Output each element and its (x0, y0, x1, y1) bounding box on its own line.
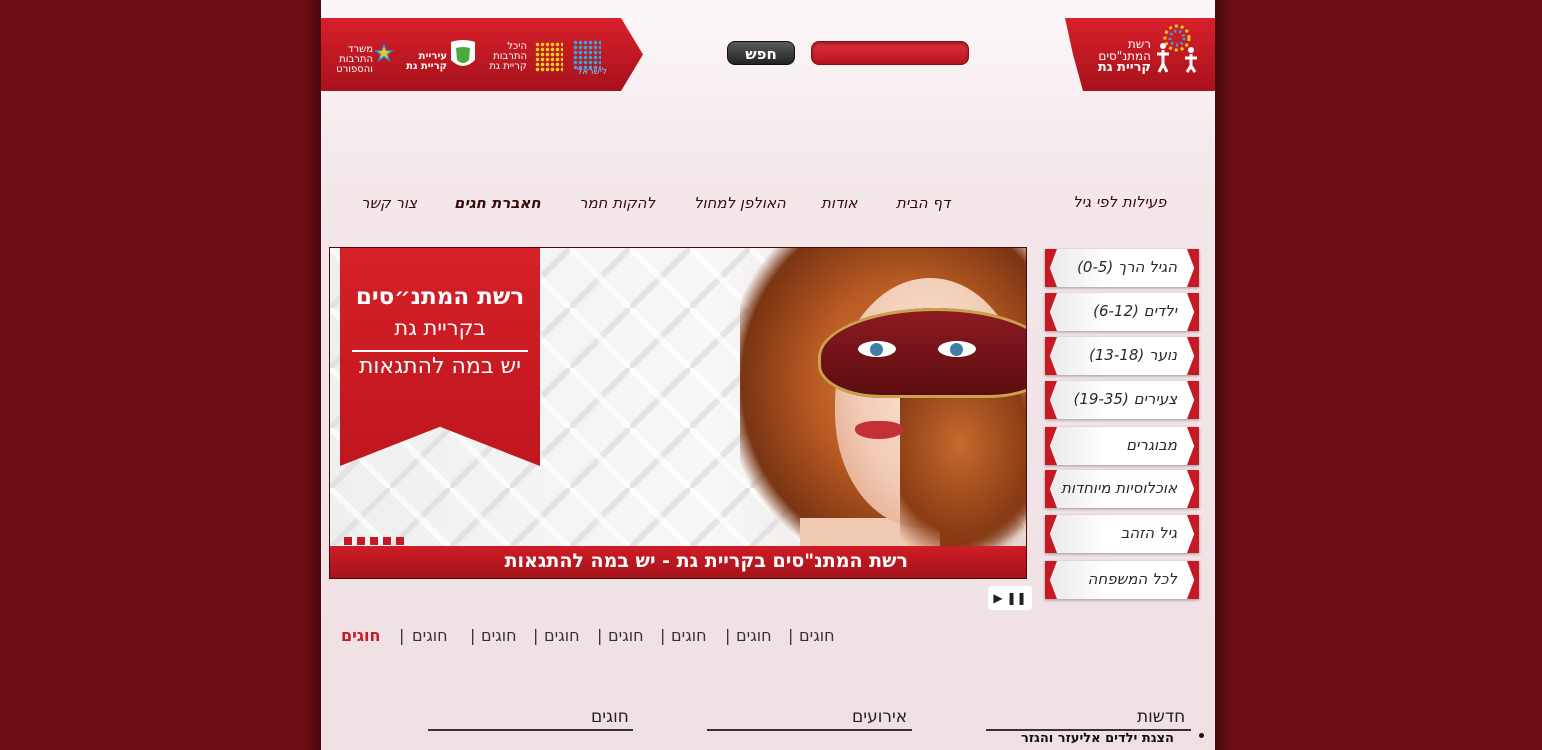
sidebar-item-toddlers[interactable]: הגיל הרך (0-5) (1045, 249, 1199, 287)
classes-link[interactable]: חוגים (799, 626, 835, 645)
sport-ministry-logo[interactable]: משרד התרבות והספורט (335, 45, 373, 75)
slide-caption-bar: רשת המתנ"סים בקריית גת - יש במה להתגאות (330, 546, 1026, 578)
sidebar-item-label: מבוגרים (1126, 436, 1177, 454)
culture-hall-dots-icon (535, 42, 563, 72)
slider-dot[interactable] (357, 537, 365, 545)
partner-logos-banner: משרד התרבות והספורט עיריית קריית גת היכל… (321, 18, 643, 91)
link-separator: | (597, 626, 603, 645)
right-shadow (1215, 0, 1233, 750)
sport-logo-line3: והספורט (336, 64, 373, 75)
brand-line3: קריית גת (1097, 60, 1151, 75)
ribbon-title: רשת המתנ״סים (355, 284, 525, 310)
sidebar-item-adults[interactable]: מבוגרים (1045, 427, 1199, 465)
slide-image-eye-left (858, 341, 896, 357)
classes-column-title: חוגים (591, 707, 629, 727)
nav-dance-studio[interactable]: האולפן למחול (694, 194, 786, 212)
israel-logo-text: לישראל (577, 67, 607, 77)
sidebar-item-label: ילדים (6-12) (1093, 302, 1177, 320)
link-separator: | (399, 626, 405, 645)
star-logo-icon (373, 42, 395, 63)
hero-slider[interactable]: רשת המתנ״סים בקריית גת יש במה להתגאות רש… (329, 247, 1027, 579)
brand-banner[interactable]: רשת המתנ"סים קריית גת (1065, 18, 1215, 91)
slider-dot[interactable] (370, 537, 378, 545)
sidebar-item-youth[interactable]: נוער (13-18) (1045, 337, 1199, 375)
slider-dot[interactable] (383, 537, 391, 545)
city-logo-line2: קריית גת (406, 61, 447, 72)
news-column-title: חדשות (1137, 707, 1186, 727)
nav-about[interactable]: אודות (821, 194, 857, 212)
link-separator: | (788, 626, 794, 645)
sidebar-item-label: גיל הזהב (1120, 524, 1177, 542)
sidebar-item-label: לכל המשפחה (1087, 570, 1177, 588)
sidebar-item-label: אוכלוסיות מיוחדות (1060, 479, 1177, 497)
slider-dot[interactable] (396, 537, 404, 545)
brand-logo-text: רשת המתנ"סים קריית גת (1083, 38, 1151, 74)
news-item[interactable]: הצגת ילדים אליעזר והגזר (1021, 731, 1174, 746)
sidebar-item-children[interactable]: ילדים (6-12) (1045, 293, 1199, 331)
link-separator: | (470, 626, 476, 645)
link-separator: | (533, 626, 539, 645)
page-container: משרד התרבות והספורט עיריית קריית גת היכל… (321, 0, 1215, 750)
link-separator: | (660, 626, 666, 645)
sidebar-item-special-populations[interactable]: אוכלוסיות מיוחדות (1045, 470, 1199, 508)
classes-column-rule (428, 729, 633, 731)
classes-link[interactable]: חוגים (608, 626, 644, 645)
events-column-rule (707, 729, 912, 731)
nav-home[interactable]: דף הבית (896, 194, 950, 212)
nav-troupes[interactable]: להקות חמר (579, 194, 655, 212)
classes-link[interactable]: חוגים (481, 626, 517, 645)
slide-image-lips (855, 421, 903, 439)
classes-link[interactable]: חוגים (671, 626, 707, 645)
culture-hall-logo[interactable]: היכל התרבות קריית גת (483, 42, 527, 72)
slider-dot[interactable] (344, 537, 352, 545)
search-input[interactable] (811, 41, 969, 65)
israel-logo-icon (573, 40, 601, 70)
activities-by-age-title: פעילות לפי גיל (1073, 193, 1167, 211)
sidebar-item-young-adults[interactable]: צעירים (19-35) (1045, 381, 1199, 419)
brand-figures-icon (1157, 24, 1197, 73)
classes-link[interactable]: חוגים (736, 626, 772, 645)
city-emblem-icon (451, 40, 475, 66)
news-bullet (1199, 733, 1204, 738)
sidebar-item-label: צעירים (19-35) (1073, 390, 1178, 408)
sidebar-item-label: הגיל הרך (0-5) (1077, 258, 1177, 276)
search-button[interactable]: חפש (727, 41, 795, 65)
sidebar-item-label: נוער (13-18) (1088, 346, 1177, 364)
slide-image-eye-right (938, 341, 976, 357)
ribbon-subtitle: בקריית גת (394, 316, 486, 340)
city-logo[interactable]: עיריית קריית גת (403, 52, 447, 72)
events-column-title: אירועים (852, 707, 908, 727)
link-separator: | (725, 626, 731, 645)
classes-link[interactable]: חוגים (412, 626, 448, 645)
culture-logo-line3: קריית גת (489, 61, 527, 72)
slide-caption[interactable]: רשת המתנ"סים בקריית גת - יש במה להתגאות (505, 550, 908, 572)
sidebar-item-golden-age[interactable]: גיל הזהב (1045, 515, 1199, 553)
left-shadow (303, 0, 321, 750)
nav-events-company[interactable]: חאברת חגים (454, 194, 541, 212)
ribbon-divider (352, 350, 528, 352)
ribbon-tagline: יש במה להתגאות (358, 354, 522, 379)
slider-play-pause-control[interactable]: ▶ ❚❚ (988, 586, 1032, 610)
classes-link-active[interactable]: חוגים (341, 626, 380, 645)
nav-contact[interactable]: צור קשר (361, 194, 417, 212)
classes-link[interactable]: חוגים (544, 626, 580, 645)
sidebar-item-whole-family[interactable]: לכל המשפחה (1045, 561, 1199, 599)
